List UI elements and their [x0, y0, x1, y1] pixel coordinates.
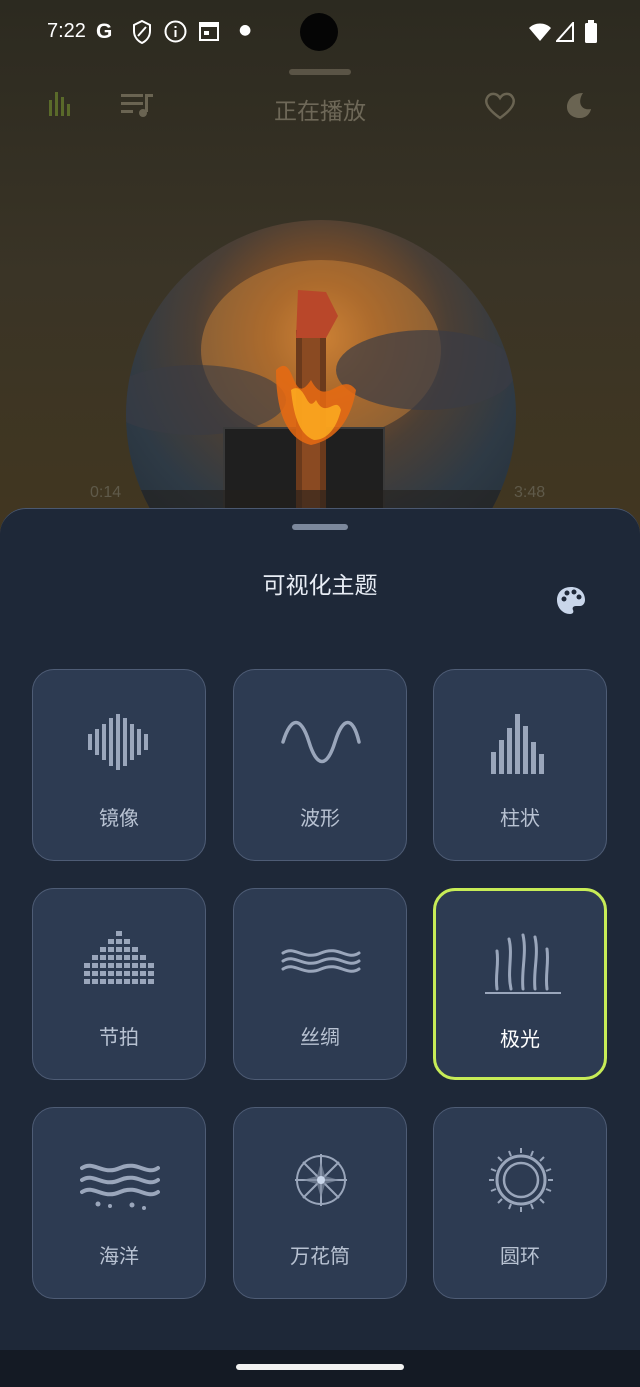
- theme-label: 圆环: [500, 1244, 540, 1268]
- theme-card-silk[interactable]: 丝绸: [233, 888, 407, 1080]
- signal-icon: [556, 22, 574, 42]
- wave-icon: [281, 720, 361, 764]
- calendar-icon: [199, 22, 219, 41]
- theme-label: 柱状: [500, 806, 540, 830]
- silk-icon: [281, 949, 361, 973]
- theme-label: 镜像: [99, 806, 139, 830]
- theme-card-beat[interactable]: 节拍: [32, 888, 206, 1080]
- ring-icon: [489, 1148, 553, 1212]
- palette-icon[interactable]: [555, 585, 587, 617]
- top-drag-handle[interactable]: [289, 69, 351, 75]
- kaleidoscope-icon: [295, 1154, 347, 1206]
- aurora-icon: [485, 933, 561, 994]
- theme-card-bars[interactable]: 柱状: [433, 669, 607, 861]
- theme-label: 丝绸: [300, 1025, 340, 1049]
- elapsed-time: 0:14: [90, 484, 122, 501]
- camera-cutout: [300, 13, 338, 51]
- beat-icon: [84, 931, 154, 984]
- theme-label: 海洋: [99, 1244, 139, 1268]
- theme-card-kaleidoscope[interactable]: 万花筒: [233, 1107, 407, 1299]
- moon-icon[interactable]: [563, 90, 593, 120]
- sheet-drag-handle[interactable]: [292, 524, 348, 530]
- info-icon: [164, 20, 187, 43]
- theme-card-ring[interactable]: 圆环: [433, 1107, 607, 1299]
- theme-label: 万花筒: [290, 1244, 350, 1268]
- mirror-icon: [88, 714, 148, 770]
- theme-label: 节拍: [99, 1025, 139, 1049]
- home-indicator[interactable]: [236, 1364, 404, 1370]
- theme-label: 极光: [500, 1027, 540, 1051]
- theme-card-mirror[interactable]: 镜像: [32, 669, 206, 861]
- shield-icon: [133, 20, 151, 44]
- status-time: 7:22: [47, 20, 86, 42]
- wifi-icon: [529, 23, 551, 41]
- theme-card-aurora[interactable]: 极光: [433, 888, 607, 1080]
- sheet-title: 可视化主题: [262, 573, 378, 599]
- now-playing-title: 正在播放: [274, 99, 366, 125]
- bars-icon: [491, 714, 544, 774]
- theme-card-wave[interactable]: 波形: [233, 669, 407, 861]
- ocean-icon: [80, 1163, 160, 1210]
- dot-icon: ●: [239, 22, 252, 38]
- battery-icon: [585, 20, 597, 43]
- theme-card-ocean[interactable]: 海洋: [32, 1107, 206, 1299]
- heart-icon[interactable]: [484, 92, 516, 120]
- theme-label: 波形: [300, 806, 340, 830]
- total-duration: 3:48: [514, 484, 546, 501]
- google-icon: G: [96, 20, 113, 43]
